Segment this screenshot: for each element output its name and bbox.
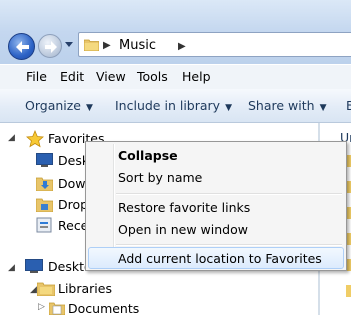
fav-item-dropbox[interactable]: Drop (58, 197, 88, 212)
libraries-node[interactable]: Libraries (58, 281, 112, 296)
menu-separator (116, 244, 342, 246)
menu-help[interactable]: Help (182, 69, 211, 84)
menu-view[interactable]: View (96, 69, 126, 84)
command-toolbar: Organize ▼ Include in library ▼ Share with… (0, 89, 351, 123)
breadcrumb-separator-icon[interactable]: ▶ (178, 41, 186, 52)
include-label: Include in library (115, 98, 221, 113)
fav-item-downloads[interactable]: Dow (58, 176, 86, 191)
chevron-down-icon: ▼ (319, 103, 327, 113)
fav-item-recent-places[interactable]: Rece (58, 218, 88, 233)
back-arrow-icon (16, 41, 29, 53)
expand-arrow-icon[interactable]: ◢ (8, 263, 15, 273)
back-button[interactable] (8, 33, 35, 60)
address-bar[interactable]: ▶ Music ▶ (78, 32, 351, 57)
breadcrumb-separator-icon[interactable]: ▶ (103, 40, 111, 51)
organize-label: Organize (25, 98, 81, 113)
libraries-icon (37, 282, 55, 296)
menu-item-restore-favorite-links[interactable]: Restore favorite links (118, 200, 250, 215)
context-menu: Collapse Sort by name Restore favorite l… (85, 141, 347, 271)
forward-button[interactable] (38, 34, 62, 58)
expand-arrow-icon[interactable]: ◢ (30, 285, 37, 295)
chevron-down-icon: ▼ (225, 103, 232, 113)
forward-arrow-icon (45, 41, 57, 53)
menu-separator (116, 193, 342, 195)
menu-item-sort-by-name[interactable]: Sort by name (118, 170, 202, 185)
documents-node[interactable]: Documents (68, 301, 139, 316)
menu-item-add-current-location[interactable]: Add current location to Favorites (118, 251, 322, 266)
menu-tools[interactable]: Tools (137, 69, 168, 84)
breadcrumb-music[interactable]: Music (119, 38, 156, 53)
desktop-icon (25, 259, 43, 273)
include-in-library-button[interactable]: Include in library ▼ (115, 98, 232, 113)
share-label: Share with (248, 98, 315, 113)
toolbar-partial-label: B (346, 98, 351, 113)
menu-item-open-new-window[interactable]: Open in new window (118, 222, 248, 237)
star-icon (26, 130, 44, 148)
desktop-icon (36, 153, 53, 167)
share-with-button[interactable]: Share with ▼ (248, 98, 327, 113)
documents-icon (49, 302, 65, 315)
toolbar-partial-button[interactable]: B (346, 98, 351, 113)
menu-edit[interactable]: Edit (60, 69, 84, 84)
dropbox-icon (36, 198, 53, 212)
downloads-icon (36, 177, 53, 191)
menu-bar: File Edit View Tools Help (0, 64, 351, 90)
recent-pages-icon[interactable] (64, 39, 74, 51)
menu-item-collapse[interactable]: Collapse (118, 148, 178, 163)
organize-button[interactable]: Organize ▼ (25, 98, 93, 113)
menu-file[interactable]: File (26, 69, 47, 84)
expand-arrow-icon[interactable]: ◢ (8, 133, 15, 143)
recent-places-icon (36, 217, 52, 233)
folder-icon (84, 39, 99, 51)
collapsed-arrow-icon[interactable]: ▷ (38, 302, 45, 312)
chevron-down-icon: ▼ (86, 103, 93, 113)
